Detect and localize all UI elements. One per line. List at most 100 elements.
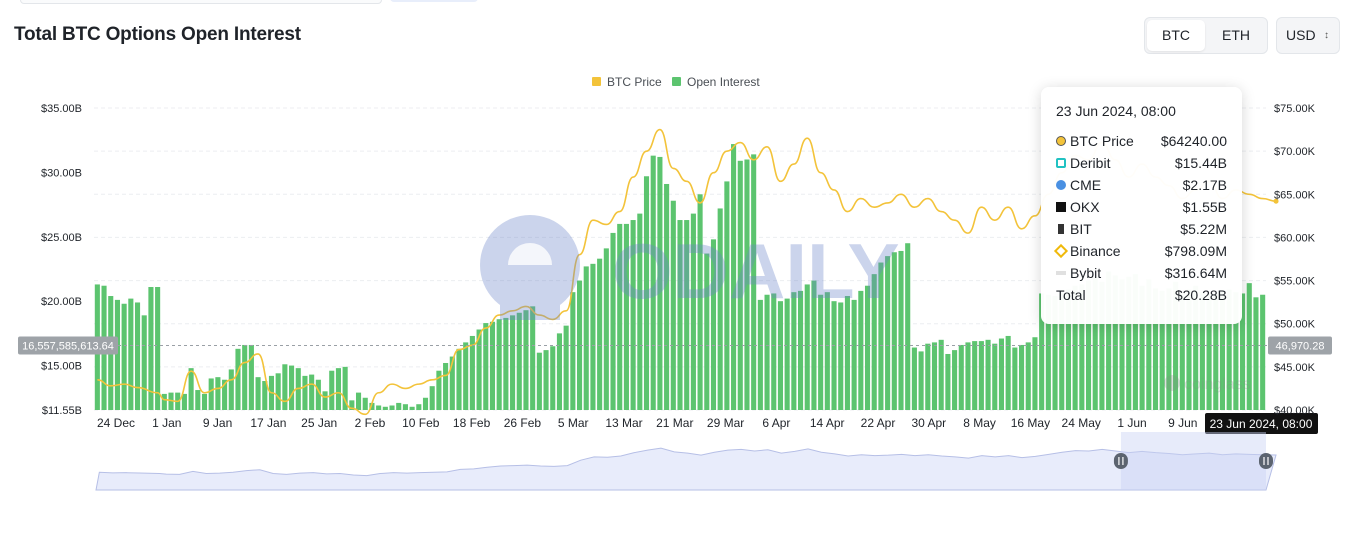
- y-right-tick-label: $55.00K: [1274, 276, 1316, 288]
- btc-price-dot-icon: [1056, 136, 1066, 146]
- oi-bar: [536, 352, 542, 410]
- oi-bar: [443, 362, 449, 410]
- oi-bar: [583, 266, 589, 410]
- cme-icon: [1056, 180, 1066, 190]
- oi-bar: [289, 365, 295, 410]
- oi-bar: [851, 299, 857, 410]
- x-tick-label: 6 Apr: [762, 416, 790, 430]
- x-tick-label: 5 Mar: [558, 416, 589, 430]
- tooltip-row-bybit: Bybit $316.64M: [1056, 262, 1227, 284]
- oi-bar: [838, 302, 844, 410]
- oi-bar: [938, 339, 944, 410]
- oi-bar: [496, 319, 502, 410]
- tooltip-row-deribit: Deribit $15.44B: [1056, 152, 1227, 174]
- crosshair-x-label: 23 Jun 2024, 08:00: [1210, 417, 1313, 431]
- binance-icon: [1053, 243, 1069, 259]
- tooltip-total-value: $20.28B: [1174, 287, 1227, 303]
- tooltip-row-label: CME: [1070, 177, 1102, 193]
- oi-bar: [590, 263, 596, 410]
- tooltip-row-value: $798.09M: [1164, 243, 1227, 259]
- deribit-icon: [1056, 158, 1066, 168]
- oi-bar: [389, 405, 395, 410]
- watermark: ODAILY: [480, 215, 900, 320]
- tooltip-row-value: $2.17B: [1182, 177, 1227, 193]
- oi-bar: [516, 312, 522, 410]
- watermark-text: ODAILY: [612, 227, 900, 315]
- oi-bar: [188, 368, 194, 410]
- oi-bar: [355, 392, 362, 410]
- x-tick-label: 30 Apr: [911, 416, 946, 430]
- oi-bar: [1260, 294, 1266, 410]
- tooltip-row-value: $64240.00: [1160, 133, 1227, 149]
- bybit-icon: [1056, 271, 1066, 275]
- tooltip-row-bit: BIT $5.22M: [1056, 218, 1227, 240]
- x-tick-label: 13 Mar: [605, 416, 642, 430]
- x-tick-label: 18 Feb: [453, 416, 491, 430]
- oi-bar: [463, 342, 469, 410]
- crosshair-left-label: 16,557,585,613.64: [22, 340, 114, 352]
- oi-bar: [556, 333, 562, 410]
- tooltip-date: 23 Jun 2024, 08:00: [1056, 103, 1176, 119]
- oi-bar: [784, 298, 790, 410]
- navigator-left-handle[interactable]: [1113, 453, 1128, 469]
- tooltip-row-okx: OKX $1.55B: [1056, 196, 1227, 218]
- oi-bar: [1005, 335, 1011, 410]
- oi-bar: [489, 321, 496, 410]
- data-tooltip: 23 Jun 2024, 08:00 BTC Price $64240.00 Der…: [1041, 87, 1242, 324]
- x-tick-label: 25 Jan: [301, 416, 337, 430]
- navigator-selection[interactable]: [1120, 432, 1266, 490]
- oi-bar: [228, 369, 234, 410]
- navigator-area: [95, 447, 1277, 491]
- x-tick-label: 9 Jan: [203, 416, 232, 430]
- oi-bar: [945, 353, 951, 410]
- oi-bar: [985, 339, 991, 410]
- x-tick-label: 24 May: [1062, 416, 1101, 430]
- oi-bar: [550, 346, 556, 410]
- x-tick-label: 24 Dec: [97, 416, 135, 430]
- oi-bar: [235, 348, 241, 410]
- y-right-tick-label: $60.00K: [1274, 232, 1316, 244]
- oi-bar: [1253, 297, 1259, 410]
- oi-bar: [952, 350, 958, 410]
- oi-bar: [396, 402, 402, 410]
- x-tick-label: 2 Feb: [355, 416, 386, 430]
- oi-bar: [978, 341, 984, 410]
- oi-bar: [322, 391, 328, 410]
- tooltip-row-label: Bybit: [1070, 265, 1102, 281]
- legend-btc-price-label[interactable]: BTC Price: [607, 75, 662, 89]
- oi-bar: [275, 373, 281, 410]
- y-left-tick-label: $11.55B: [42, 405, 82, 417]
- chart-legend: BTC Price Open Interest: [592, 75, 760, 89]
- oi-bar: [483, 323, 489, 410]
- x-tick-label: 9 Jun: [1168, 416, 1197, 430]
- oi-bar: [1012, 347, 1018, 410]
- tooltip-row-label: OKX: [1070, 199, 1100, 215]
- tooltip-total-label: Total: [1056, 287, 1086, 303]
- legend-open-interest-label[interactable]: Open Interest: [687, 75, 760, 89]
- oi-bar: [422, 397, 429, 410]
- x-tick-label: 22 Apr: [861, 416, 896, 430]
- x-tick-label: 14 Apr: [810, 416, 845, 430]
- crosshair-right-label: 46,970.28: [1276, 340, 1325, 352]
- navigator-right-handle[interactable]: [1259, 453, 1273, 469]
- oi-bar: [335, 368, 341, 410]
- oi-bar: [563, 325, 569, 410]
- legend-btc-price-swatch[interactable]: [592, 77, 601, 86]
- oi-bar: [242, 344, 248, 410]
- bit-icon: [1058, 224, 1064, 234]
- y-right-tick-label: $40.00K: [1274, 405, 1316, 417]
- tooltip-row-value: $316.64M: [1164, 265, 1227, 281]
- oi-bar: [382, 406, 388, 410]
- y-left-tick-label: $25.00B: [41, 232, 82, 244]
- tooltip-row-cme: CME $2.17B: [1056, 174, 1227, 196]
- oi-bar: [965, 342, 971, 410]
- y-left-tick-label: $30.00B: [41, 167, 82, 179]
- oi-bar: [362, 397, 368, 410]
- range-navigator: [95, 432, 1277, 491]
- oi-bar: [134, 302, 141, 410]
- oi-bar: [958, 344, 964, 410]
- oi-bar: [925, 343, 931, 410]
- legend-open-interest-swatch[interactable]: [672, 77, 681, 86]
- tooltip-total-row: Total $20.28B: [1056, 284, 1227, 306]
- y-right-tick-label: $45.00K: [1274, 362, 1316, 374]
